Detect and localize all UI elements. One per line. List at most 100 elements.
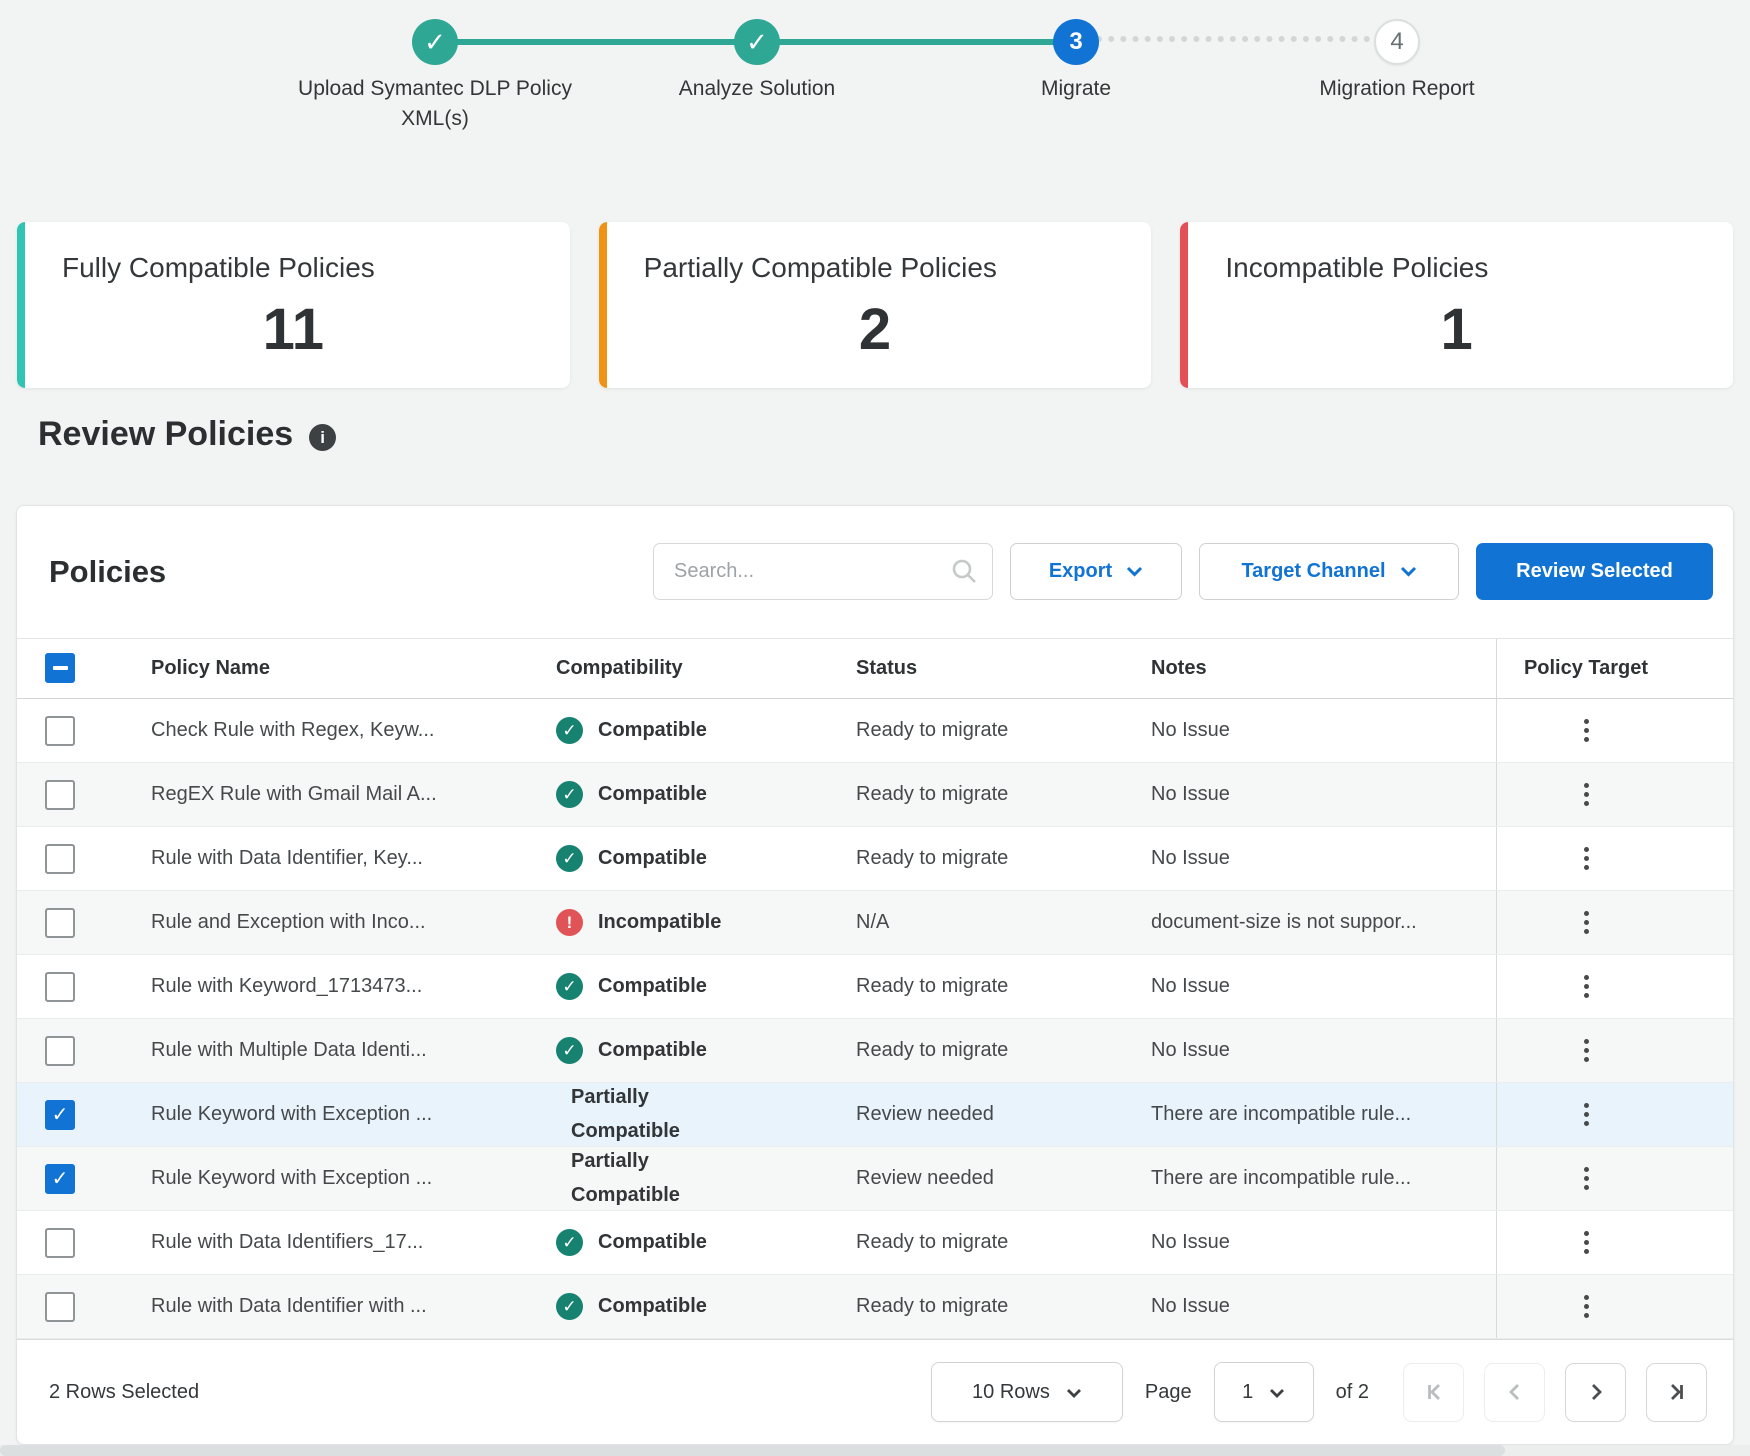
export-button[interactable]: Export xyxy=(1010,543,1182,600)
notes-text: document-size is not suppor... xyxy=(1151,911,1417,934)
compatibility-label: Compatible xyxy=(598,1039,707,1062)
notes-text: No Issue xyxy=(1151,783,1230,806)
step-migrate[interactable]: 3 Migrate xyxy=(911,0,1241,104)
row-checkbox[interactable] xyxy=(45,1292,75,1322)
panel-title: Policies xyxy=(49,554,166,590)
compatibility-label: Compatible xyxy=(598,1231,707,1254)
card-title: Incompatible Policies xyxy=(1225,252,1733,284)
chevron-down-icon xyxy=(1066,1381,1082,1404)
kebab-menu-icon[interactable] xyxy=(1578,969,1595,1004)
rows-per-page-value: 10 Rows xyxy=(972,1381,1050,1404)
column-policy-target[interactable]: Policy Target xyxy=(1496,639,1733,698)
page-title: Review Policies xyxy=(38,415,293,454)
status-text: Ready to migrate xyxy=(856,783,1008,806)
info-icon[interactable]: i xyxy=(309,424,336,451)
row-checkbox[interactable] xyxy=(45,1100,75,1130)
notes-text: There are incompatible rule... xyxy=(1151,1167,1411,1190)
select-all-checkbox[interactable] xyxy=(45,653,75,683)
compatible-check-icon xyxy=(556,1037,583,1064)
compatibility-badge: Partially Compatible xyxy=(556,1081,699,1148)
policy-name: Check Rule with Regex, Keyw... xyxy=(151,719,434,742)
step-upload[interactable]: Upload Symantec DLP Policy XML(s) xyxy=(270,0,600,134)
search-input[interactable] xyxy=(653,543,993,600)
row-checkbox[interactable] xyxy=(45,716,75,746)
page-number-select[interactable]: 1 xyxy=(1214,1362,1314,1422)
table-row[interactable]: RegEX Rule with Gmail Mail A... Compatib… xyxy=(17,763,1733,827)
step-migration-report[interactable]: 4 Migration Report xyxy=(1232,0,1562,104)
table-row[interactable]: Rule Keyword with Exception ... Partiall… xyxy=(17,1083,1733,1147)
status-text: Ready to migrate xyxy=(856,847,1008,870)
summary-cards: Fully Compatible Policies 11 Partially C… xyxy=(17,222,1733,388)
review-selected-button[interactable]: Review Selected xyxy=(1476,543,1713,600)
target-channel-button[interactable]: Target Channel xyxy=(1199,543,1459,600)
table-row[interactable]: Rule and Exception with Inco... Incompat… xyxy=(17,891,1733,955)
kebab-menu-icon[interactable] xyxy=(1578,777,1595,812)
table-row[interactable]: Rule with Keyword_1713473... Compatible … xyxy=(17,955,1733,1019)
column-status[interactable]: Status xyxy=(856,657,1151,680)
table-row[interactable]: Rule with Data Identifiers_17... Compati… xyxy=(17,1211,1733,1275)
kebab-menu-icon[interactable] xyxy=(1578,713,1595,748)
table-row[interactable]: Rule with Data Identifier, Key... Compat… xyxy=(17,827,1733,891)
row-checkbox[interactable] xyxy=(45,1228,75,1258)
kebab-menu-icon[interactable] xyxy=(1578,1033,1595,1068)
horizontal-scrollbar[interactable] xyxy=(0,1445,1750,1456)
step-analyze[interactable]: Analyze Solution xyxy=(592,0,922,104)
kebab-menu-icon[interactable] xyxy=(1578,905,1595,940)
table-row[interactable]: Rule Keyword with Exception ... Partiall… xyxy=(17,1147,1733,1211)
row-checkbox[interactable] xyxy=(45,780,75,810)
status-text: Ready to migrate xyxy=(856,719,1008,742)
notes-text: No Issue xyxy=(1151,719,1230,742)
target-channel-label: Target Channel xyxy=(1241,560,1385,583)
column-notes[interactable]: Notes xyxy=(1151,657,1496,680)
status-text: Ready to migrate xyxy=(856,975,1008,998)
policy-name: Rule with Data Identifier, Key... xyxy=(151,847,423,870)
status-text: Ready to migrate xyxy=(856,1231,1008,1254)
compatibility-badge: Compatible xyxy=(556,717,707,744)
table-header: Policy Name Compatibility Status Notes P… xyxy=(17,638,1733,699)
kebab-menu-icon[interactable] xyxy=(1578,1225,1595,1260)
compatible-check-icon xyxy=(556,1293,583,1320)
column-policy-name[interactable]: Policy Name xyxy=(151,657,556,680)
compatible-check-icon xyxy=(556,717,583,744)
kebab-menu-icon[interactable] xyxy=(1578,1289,1595,1324)
row-checkbox[interactable] xyxy=(45,972,75,1002)
compatibility-label: Compatible xyxy=(598,783,707,806)
row-checkbox[interactable] xyxy=(45,1164,75,1194)
policy-name: Rule with Multiple Data Identi... xyxy=(151,1039,427,1062)
card-count: 2 xyxy=(644,296,1107,363)
rows-per-page-select[interactable]: 10 Rows xyxy=(931,1362,1123,1422)
compatible-check-icon xyxy=(556,845,583,872)
last-page-button[interactable] xyxy=(1646,1363,1707,1422)
table-row[interactable]: Rule with Data Identifier with ... Compa… xyxy=(17,1275,1733,1339)
kebab-menu-icon[interactable] xyxy=(1578,841,1595,876)
row-checkbox[interactable] xyxy=(45,844,75,874)
table-row[interactable]: Check Rule with Regex, Keyw... Compatibl… xyxy=(17,699,1733,763)
compatibility-badge: Compatible xyxy=(556,1037,707,1064)
notes-text: There are incompatible rule... xyxy=(1151,1103,1411,1126)
policy-name: Rule Keyword with Exception ... xyxy=(151,1103,432,1126)
policy-name: Rule with Data Identifiers_17... xyxy=(151,1231,423,1254)
step-label: Analyze Solution xyxy=(592,74,922,104)
page-label: Page xyxy=(1145,1381,1192,1404)
next-page-button[interactable] xyxy=(1565,1363,1626,1422)
previous-page-button[interactable] xyxy=(1484,1363,1545,1422)
table-row[interactable]: Rule with Multiple Data Identi... Compat… xyxy=(17,1019,1733,1083)
notes-text: No Issue xyxy=(1151,1231,1230,1254)
kebab-menu-icon[interactable] xyxy=(1578,1161,1595,1196)
incompatible-error-icon xyxy=(556,909,583,936)
scrollbar-thumb[interactable] xyxy=(0,1445,1505,1456)
card-fully-compatible: Fully Compatible Policies 11 xyxy=(17,222,570,388)
kebab-menu-icon[interactable] xyxy=(1578,1097,1595,1132)
column-compatibility[interactable]: Compatibility xyxy=(556,657,856,680)
compatibility-badge: Compatible xyxy=(556,845,707,872)
compatibility-label: Compatible xyxy=(598,719,707,742)
notes-text: No Issue xyxy=(1151,1295,1230,1318)
search-icon xyxy=(951,558,977,589)
card-partially-compatible: Partially Compatible Policies 2 xyxy=(599,222,1152,388)
check-circle-icon xyxy=(412,19,458,65)
compatible-check-icon xyxy=(556,1229,583,1256)
row-checkbox[interactable] xyxy=(45,908,75,938)
row-checkbox[interactable] xyxy=(45,1036,75,1066)
card-title: Partially Compatible Policies xyxy=(644,252,1152,284)
first-page-button[interactable] xyxy=(1403,1363,1464,1422)
